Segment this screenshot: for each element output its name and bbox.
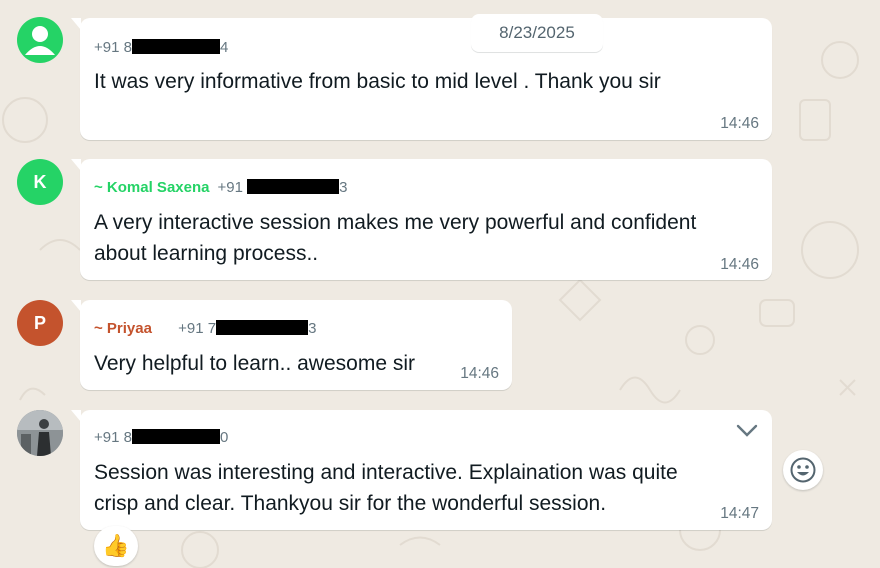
date-divider: 8/23/2025 xyxy=(471,14,603,52)
message-bubble[interactable]: +91 80 Session was interesting and inter… xyxy=(71,410,772,530)
avatar[interactable]: P xyxy=(17,300,63,346)
message-bubble[interactable]: +91 84 It was very informative from basi… xyxy=(71,18,772,140)
redaction-bar xyxy=(216,320,309,335)
message-text: It was very informative from basic to mi… xyxy=(94,70,661,93)
message-bubble[interactable]: ~ Priyaa +91 73 Very helpful to learn.. … xyxy=(71,300,512,390)
sender-phone[interactable]: +91 80 xyxy=(94,429,228,446)
sender-name[interactable]: ~ Komal Saxena xyxy=(94,179,209,196)
sender-name[interactable]: ~ Priyaa xyxy=(94,320,152,337)
user-photo-icon xyxy=(17,410,63,456)
redaction-bar xyxy=(247,179,340,194)
message-time: 14:46 xyxy=(460,365,499,382)
message-bubble[interactable]: ~ Komal Saxena +91 3 A very interactive s… xyxy=(71,159,772,280)
message-time: 14:47 xyxy=(720,505,759,522)
redaction-bar xyxy=(131,39,220,54)
message-time: 14:46 xyxy=(720,115,759,132)
redaction-bar xyxy=(131,429,220,444)
message-text-line: about learning process.. xyxy=(94,242,319,265)
sender-info: ~ Priyaa +91 73 xyxy=(94,320,317,337)
thumbs-up-reaction[interactable]: 👍 xyxy=(94,526,138,566)
emoji-smiley-icon[interactable] xyxy=(783,450,823,490)
sender-info: ~ Komal Saxena +91 3 xyxy=(94,179,348,196)
avatar[interactable]: K xyxy=(17,159,63,205)
avatar[interactable] xyxy=(17,410,63,456)
default-user-avatar-icon[interactable] xyxy=(17,17,63,63)
chevron-down-icon[interactable] xyxy=(736,424,758,443)
message-text-line: crisp and clear. Thankyou sir for the wo… xyxy=(94,492,607,515)
message-text-line: Session was interesting and interactive.… xyxy=(94,461,678,484)
message-text-line: A very interactive session makes me very… xyxy=(94,211,697,234)
message-time: 14:46 xyxy=(720,256,759,273)
sender-phone[interactable]: +91 84 xyxy=(94,39,228,56)
message-text: Very helpful to learn.. awesome sir xyxy=(94,352,415,375)
